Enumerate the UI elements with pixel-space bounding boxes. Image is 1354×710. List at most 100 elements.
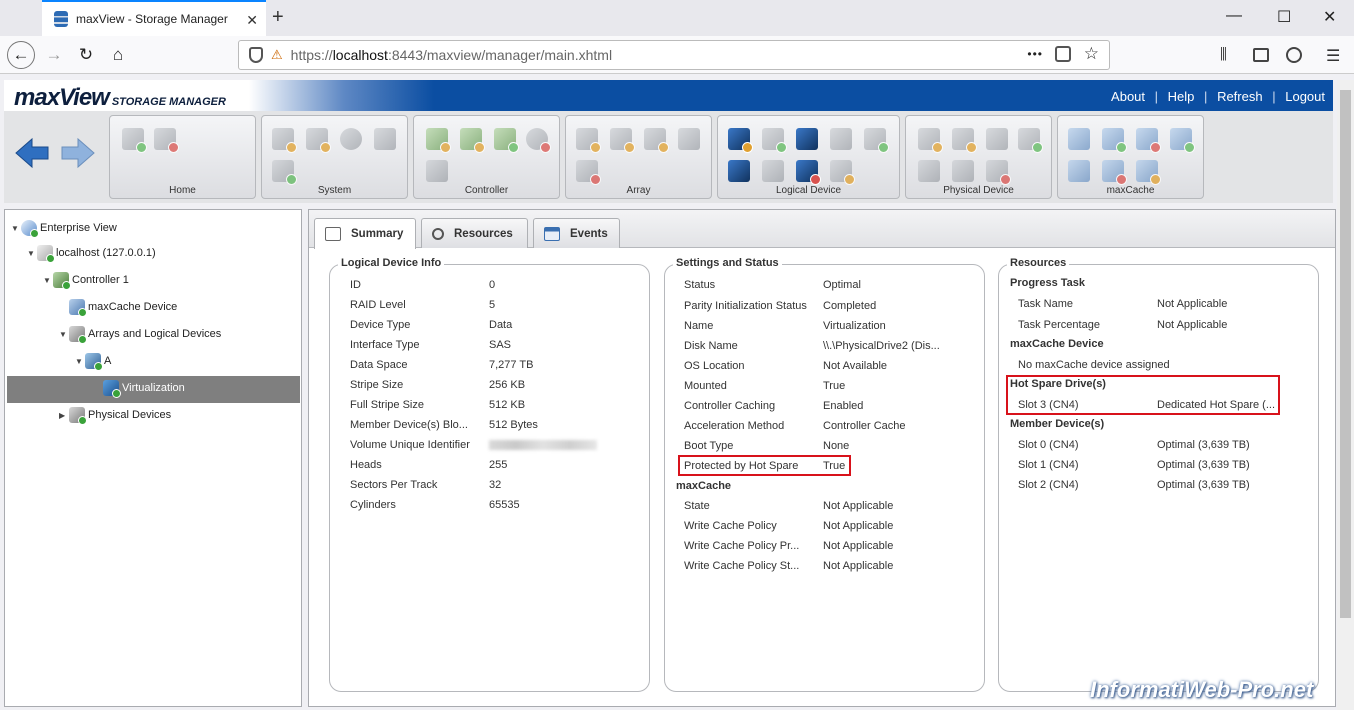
controller-settings-icon[interactable]: [426, 128, 451, 153]
logical-device-add-icon[interactable]: [762, 128, 787, 153]
tab-events[interactable]: Events: [533, 218, 620, 248]
physical-device-flash-icon[interactable]: [952, 160, 974, 182]
physical-device-settings-icon[interactable]: [918, 128, 943, 153]
system-settings-icon[interactable]: [272, 128, 297, 153]
maxcache-device-subtitle: maxCache Device: [1010, 338, 1104, 350]
logout-link[interactable]: Logout: [1285, 89, 1325, 104]
about-link[interactable]: About: [1111, 89, 1145, 104]
browser-tab[interactable]: maxView - Storage Manager ✕: [42, 0, 266, 36]
logical-device-globe-icon[interactable]: [864, 128, 889, 153]
physical-device-delete-icon[interactable]: [986, 160, 1011, 185]
logical-device-expand-icon[interactable]: [830, 128, 852, 150]
ldi-value: 256 KB: [489, 379, 526, 391]
reload-icon[interactable]: ↻: [72, 41, 100, 69]
maxcache-add-icon[interactable]: [1102, 128, 1127, 153]
remove-system-icon[interactable]: [154, 128, 179, 153]
logical-device-settings-icon[interactable]: [728, 128, 753, 153]
collapse-icon[interactable]: ▼: [75, 357, 85, 366]
tree-node-virtualization[interactable]: Virtualization: [103, 378, 185, 398]
physical-device-tools-icon[interactable]: [952, 128, 977, 153]
ss-value: Completed: [823, 300, 877, 312]
tree-node-controller-1[interactable]: ▼ Controller 1: [43, 270, 129, 290]
pocket-icon[interactable]: [1055, 46, 1071, 62]
hot-spare-highlight-box: [678, 455, 851, 476]
maxcache-delete-icon[interactable]: [1102, 160, 1127, 185]
forward-icon[interactable]: →: [40, 41, 68, 69]
tab-resources[interactable]: Resources: [421, 218, 528, 248]
sidebar-icon[interactable]: [1253, 48, 1269, 62]
logical-device-edit-icon[interactable]: [762, 160, 784, 182]
url-scheme: https://: [290, 47, 333, 63]
collapse-icon[interactable]: ▼: [27, 249, 37, 258]
physical-device-search-icon[interactable]: [918, 160, 940, 182]
account-icon[interactable]: [1286, 47, 1302, 63]
maxcache-search-icon[interactable]: [1068, 160, 1090, 182]
logical-device-clock-icon[interactable]: [830, 160, 855, 185]
collapse-icon[interactable]: ▼: [11, 224, 21, 233]
collapse-icon[interactable]: ▼: [43, 276, 53, 285]
tree-node-enterprise-view[interactable]: ▼ Enterprise View: [11, 218, 117, 238]
forward-arrow-icon[interactable]: [60, 135, 96, 171]
back-arrow-icon[interactable]: [14, 135, 50, 171]
logical-device-transfer-icon[interactable]: [796, 128, 818, 150]
ldi-label: RAID Level: [350, 299, 406, 311]
logical-device-search-icon[interactable]: [728, 160, 750, 182]
gear-icon[interactable]: [340, 128, 362, 150]
array-edit-icon[interactable]: [644, 128, 669, 153]
page-actions-icon[interactable]: •••: [1027, 47, 1043, 61]
bookmark-star-icon[interactable]: ☆: [1084, 44, 1099, 64]
expand-icon[interactable]: ▶: [59, 411, 69, 420]
ldi-label: ID: [350, 279, 361, 291]
minimize-icon[interactable]: —: [1226, 7, 1242, 25]
controller-search-icon[interactable]: [494, 128, 519, 153]
logical-device-delete-icon[interactable]: [796, 160, 821, 185]
tree-node-physical-devices[interactable]: ▶ Physical Devices: [59, 405, 171, 425]
help-link[interactable]: Help: [1168, 89, 1195, 104]
maxcache-settings-icon[interactable]: [1068, 128, 1090, 150]
array-tools-icon[interactable]: [610, 128, 635, 153]
url-bar[interactable]: ⚠ https:// localhost :8443/maxview/manag…: [238, 40, 1110, 70]
refresh-link[interactable]: Refresh: [1217, 89, 1263, 104]
ss-label: State: [684, 500, 710, 512]
tree-node-localhost[interactable]: ▼ localhost (127.0.0.1): [27, 243, 156, 263]
controller-clock-icon[interactable]: [526, 128, 551, 153]
tree-node-maxcache-device[interactable]: maxCache Device: [69, 297, 177, 317]
ss-value: Not Applicable: [823, 540, 894, 552]
tree-node-arrays[interactable]: ▼ Arrays and Logical Devices: [59, 324, 221, 344]
back-icon[interactable]: ←: [7, 41, 35, 69]
lock-warning-icon[interactable]: ⚠: [271, 47, 283, 63]
scrollbar-thumb[interactable]: [1340, 90, 1351, 618]
physical-device-refresh-icon[interactable]: [986, 128, 1008, 150]
close-tab-icon[interactable]: ✕: [246, 12, 258, 29]
add-system-icon[interactable]: [122, 128, 147, 153]
maxview-logo: maxView STORAGE MANAGER: [14, 84, 226, 112]
maxcache-icon: [69, 299, 87, 317]
home-icon[interactable]: ⌂: [104, 41, 132, 69]
system-search-icon[interactable]: [272, 160, 297, 185]
system-tools-icon[interactable]: [306, 128, 331, 153]
logical-drive-icon: [103, 380, 121, 398]
maximize-icon[interactable]: ☐: [1277, 7, 1291, 27]
edit-properties-icon[interactable]: [374, 128, 396, 150]
collapse-icon[interactable]: ▼: [59, 330, 69, 339]
hamburger-menu-icon[interactable]: ☰: [1326, 46, 1340, 66]
physical-device-globe-icon[interactable]: [1018, 128, 1043, 153]
window-close-icon[interactable]: ✕: [1323, 7, 1336, 27]
maxcache-globe-icon[interactable]: [1170, 128, 1195, 153]
array-search-icon[interactable]: [678, 128, 700, 150]
page-scrollbar[interactable]: [1337, 80, 1354, 710]
maxcache-clock-icon[interactable]: [1136, 160, 1161, 185]
res-value: Dedicated Hot Spare (...: [1157, 399, 1276, 411]
tab-summary[interactable]: Summary: [314, 218, 416, 249]
maxcache-disable-icon[interactable]: [1136, 128, 1161, 153]
array-settings-icon[interactable]: [576, 128, 601, 153]
shield-icon[interactable]: [249, 47, 263, 63]
tree-node-array-a[interactable]: ▼ A: [75, 351, 111, 371]
array-delete-icon[interactable]: [576, 160, 601, 185]
ss-label: Parity Initialization Status: [684, 300, 807, 312]
controller-lock-icon[interactable]: [426, 160, 448, 182]
library-icon[interactable]: ⫼: [1220, 46, 1227, 63]
url-path: :8443/maxview/manager/main.xhtml: [387, 47, 613, 63]
controller-tools-icon[interactable]: [460, 128, 485, 153]
new-tab-icon[interactable]: +: [272, 6, 284, 29]
